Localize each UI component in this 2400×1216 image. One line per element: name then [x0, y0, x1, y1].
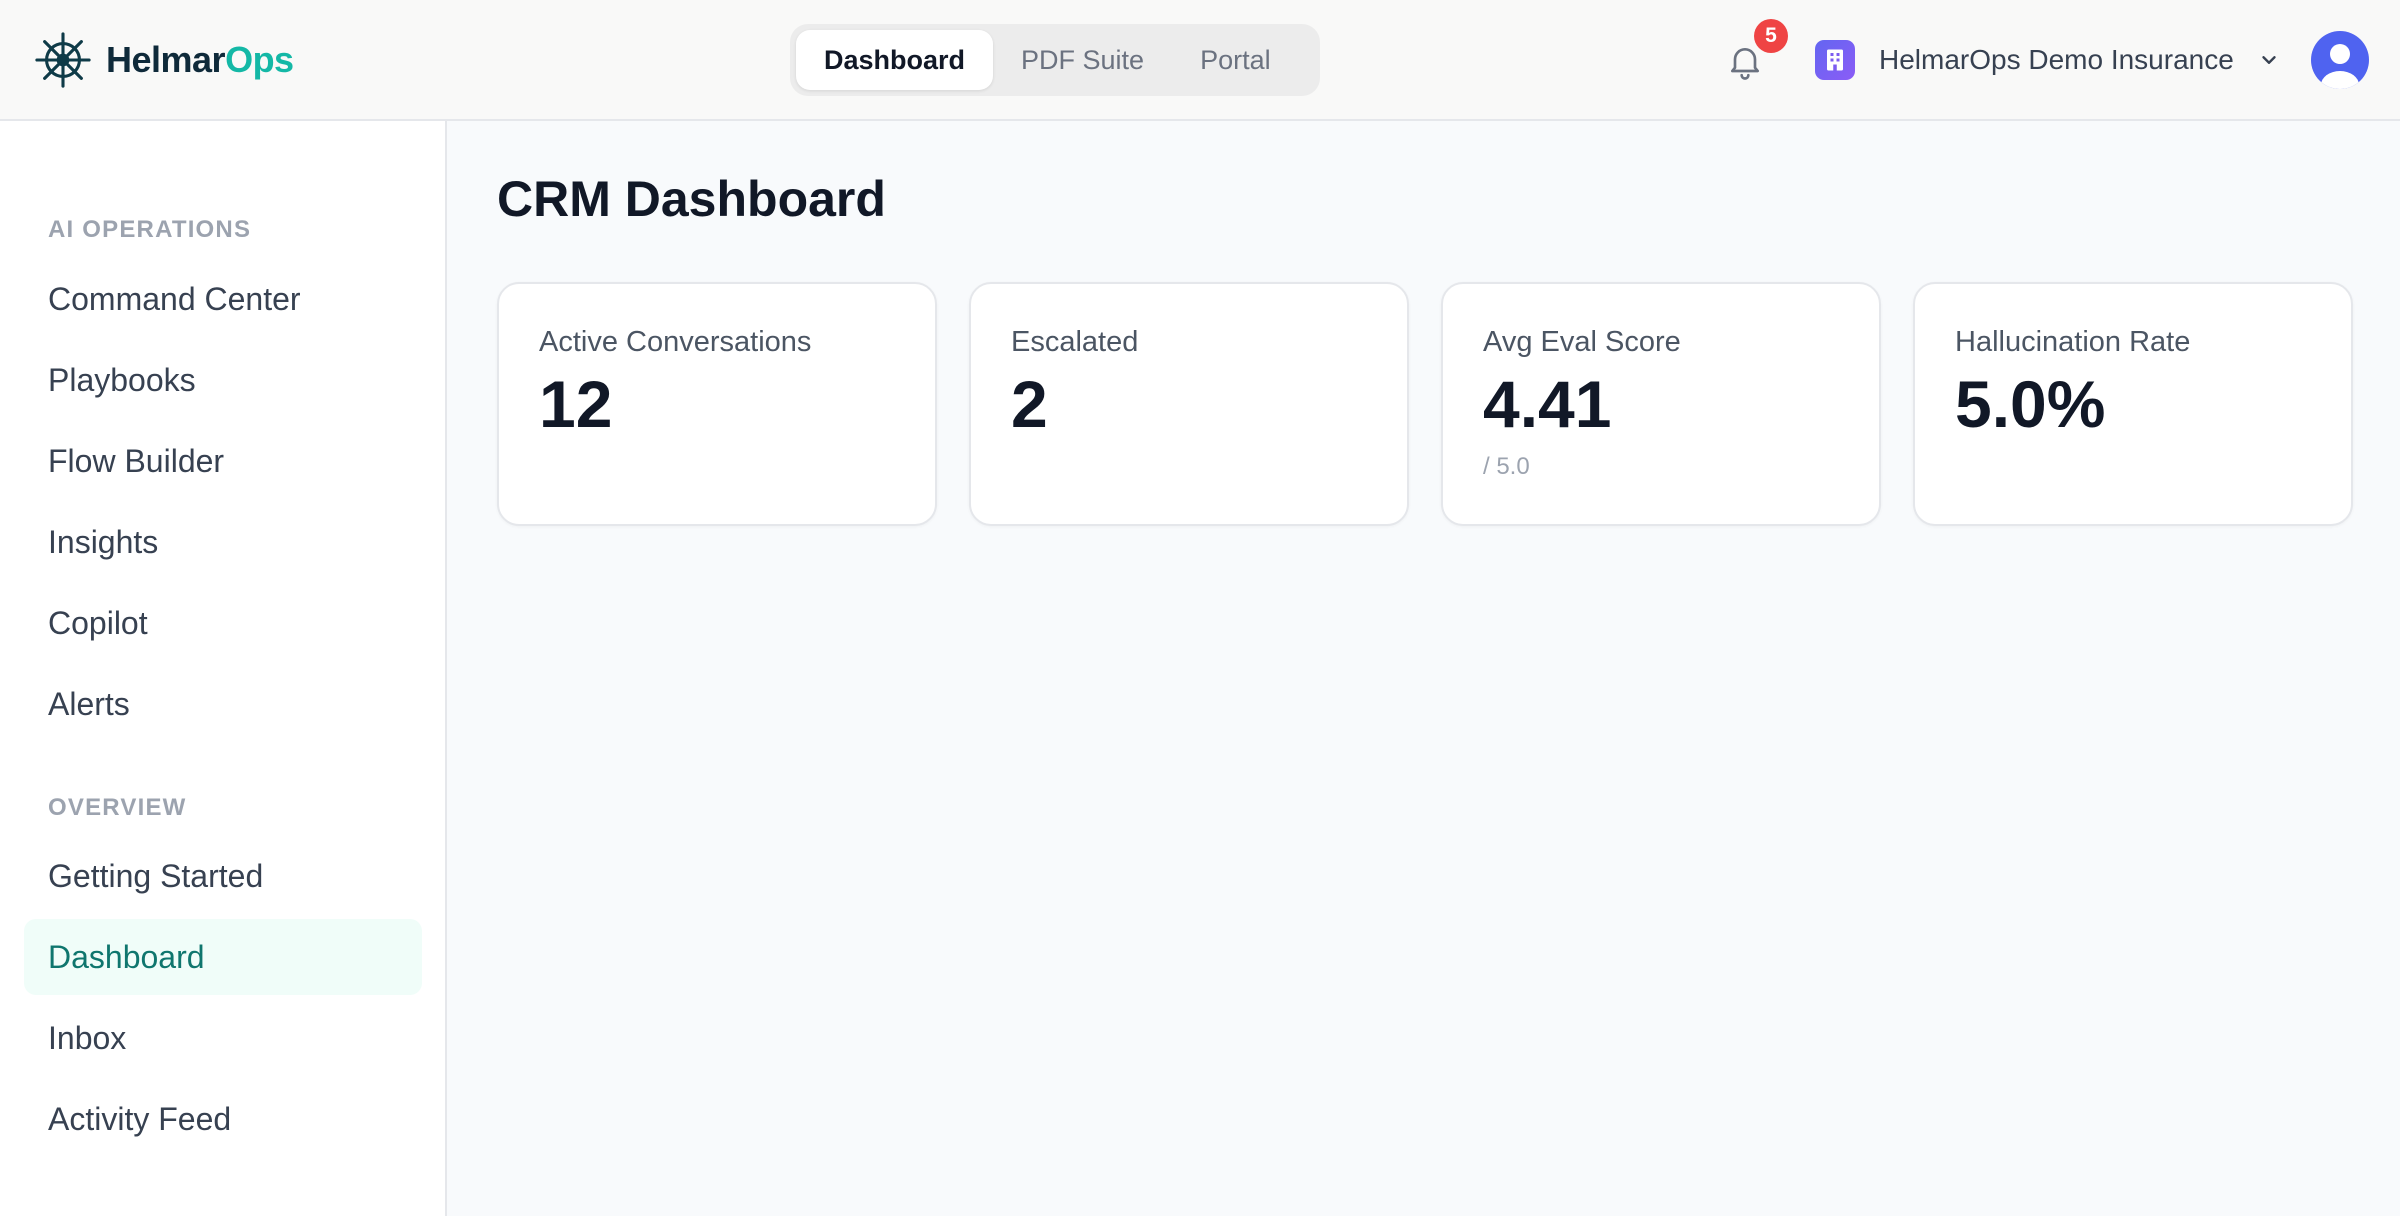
- stat-value: 2: [1011, 367, 1048, 441]
- sidebar-item-alerts[interactable]: Alerts: [24, 666, 422, 742]
- stat-label: Escalated: [1011, 326, 1139, 358]
- stat-label: Hallucination Rate: [1955, 326, 2191, 358]
- sidebar-section-ai-operations: AI OPERATIONS: [48, 216, 252, 243]
- brand-name-part1: Helmar: [106, 39, 226, 80]
- stat-value: 5.0%: [1955, 367, 2106, 441]
- sidebar-item-getting-started[interactable]: Getting Started: [24, 838, 422, 914]
- stat-value: 4.41: [1483, 367, 1612, 441]
- sidebar-item-insights[interactable]: Insights: [24, 504, 422, 580]
- chevron-down-icon: [2258, 49, 2280, 71]
- sidebar-item-dashboard[interactable]: Dashboard: [24, 919, 422, 995]
- stat-card-escalated: Escalated 2: [969, 282, 1409, 526]
- sidebar-item-playbooks[interactable]: Playbooks: [24, 342, 422, 418]
- page-title: CRM Dashboard: [497, 171, 886, 227]
- sidebar-item-inbox[interactable]: Inbox: [24, 1000, 422, 1076]
- notification-count-badge: 5: [1754, 19, 1788, 53]
- brand-name: HelmarOps: [106, 39, 294, 81]
- sidebar-item-activity-feed[interactable]: Activity Feed: [24, 1081, 422, 1157]
- user-avatar-icon: [2311, 31, 2369, 89]
- stat-label: Active Conversations: [539, 326, 812, 358]
- tab-pdf-suite[interactable]: PDF Suite: [993, 30, 1172, 90]
- user-avatar[interactable]: [2311, 31, 2369, 89]
- brand-name-part2: Ops: [225, 39, 294, 80]
- org-switcher[interactable]: HelmarOps Demo Insurance: [1815, 38, 2280, 82]
- top-tab-switcher: Dashboard PDF Suite Portal: [790, 24, 1320, 96]
- sidebar: AI OPERATIONS Command Center Playbooks F…: [0, 121, 447, 1216]
- sidebar-item-command-center[interactable]: Command Center: [24, 261, 422, 337]
- stat-card-active-conversations: Active Conversations 12: [497, 282, 937, 526]
- stat-value: 12: [539, 367, 613, 441]
- ship-wheel-icon: [34, 31, 92, 89]
- stat-card-hallucination-rate: Hallucination Rate 5.0%: [1913, 282, 2353, 526]
- building-icon: [1815, 40, 1855, 80]
- top-header: HelmarOps Dashboard PDF Suite Portal 5 H…: [0, 0, 2400, 121]
- tab-dashboard[interactable]: Dashboard: [796, 30, 994, 90]
- tab-portal[interactable]: Portal: [1172, 30, 1299, 90]
- sidebar-item-copilot[interactable]: Copilot: [24, 585, 422, 661]
- brand-logo[interactable]: HelmarOps: [34, 30, 294, 90]
- stat-label: Avg Eval Score: [1483, 326, 1681, 358]
- stat-card-avg-eval-score: Avg Eval Score 4.41 / 5.0: [1441, 282, 1881, 526]
- sidebar-item-flow-builder[interactable]: Flow Builder: [24, 423, 422, 499]
- stat-subtext: / 5.0: [1483, 453, 1530, 480]
- sidebar-section-overview: OVERVIEW: [48, 794, 187, 821]
- org-name: HelmarOps Demo Insurance: [1879, 44, 2234, 75]
